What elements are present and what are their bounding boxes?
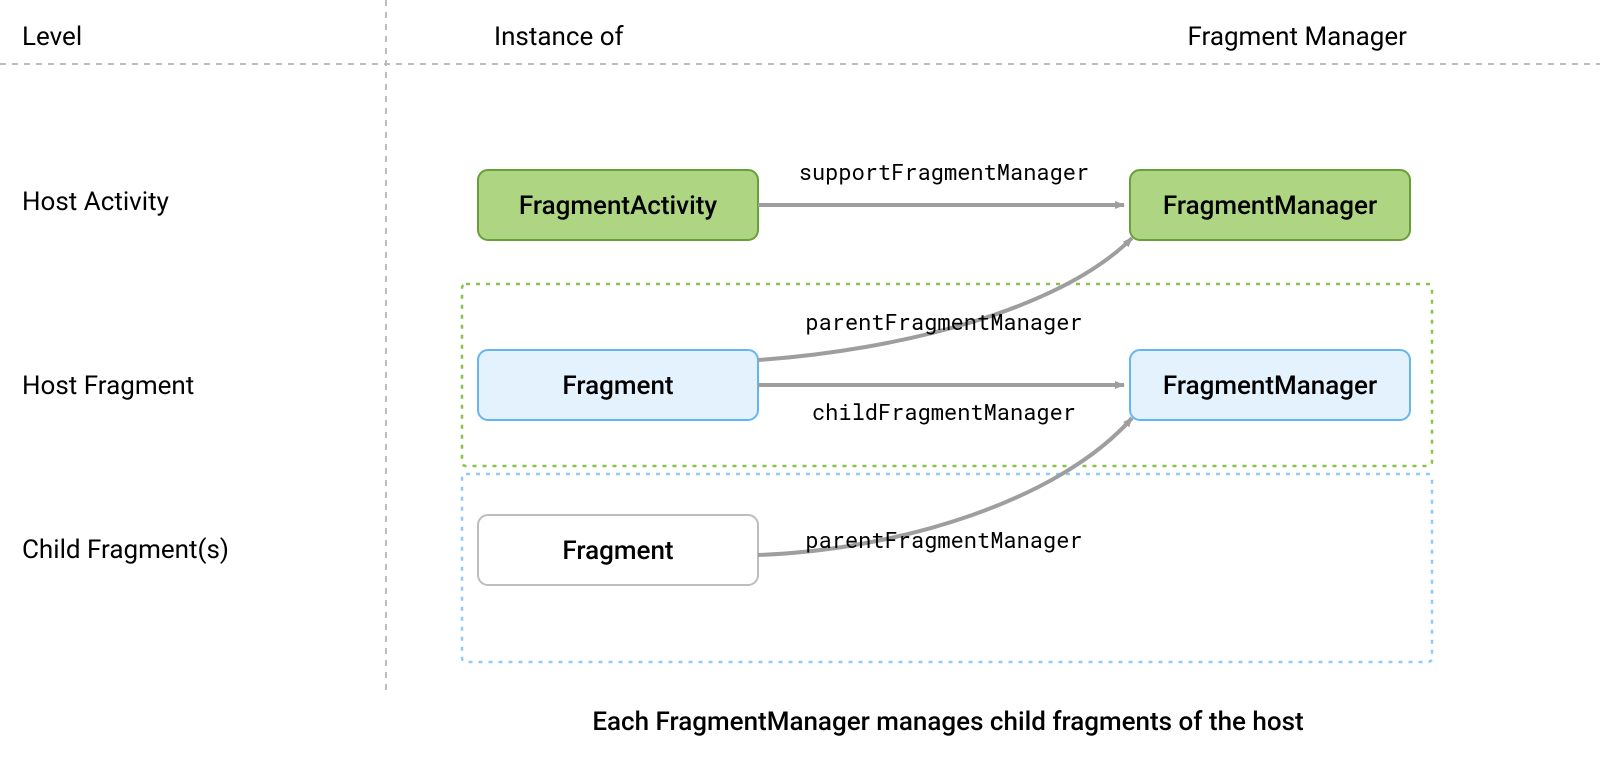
box-fragment-activity: FragmentActivity	[478, 170, 758, 240]
box-fragment-child: Fragment	[478, 515, 758, 585]
svg-text:FragmentActivity: FragmentActivity	[519, 191, 717, 221]
box-fragment-manager-activity: FragmentManager	[1130, 170, 1410, 240]
level-host-activity: Host Activity	[22, 187, 169, 217]
box-fragment-manager-fragment: FragmentManager	[1130, 350, 1410, 420]
header-instance: Instance of	[494, 22, 625, 52]
diagram-caption: Each FragmentManager manages child fragm…	[592, 707, 1303, 737]
level-host-fragment: Host Fragment	[22, 371, 194, 401]
label-parent-fragment-manager-host: parentFragmentManager	[805, 307, 1082, 336]
header-fragment-manager: Fragment Manager	[1187, 22, 1407, 52]
label-parent-fragment-manager-child: parentFragmentManager	[805, 525, 1082, 554]
label-support-fragment-manager: supportFragmentManager	[799, 157, 1089, 186]
svg-text:FragmentManager: FragmentManager	[1163, 191, 1377, 221]
svg-text:Fragment: Fragment	[562, 371, 673, 401]
header-level: Level	[22, 22, 82, 52]
label-child-fragment-manager: childFragmentManager	[812, 397, 1076, 426]
svg-text:Fragment: Fragment	[562, 536, 673, 566]
svg-text:FragmentManager: FragmentManager	[1163, 371, 1377, 401]
box-fragment-host: Fragment	[478, 350, 758, 420]
arrow-parent-fragment-manager-host	[758, 238, 1132, 360]
level-child-fragments: Child Fragment(s)	[22, 535, 229, 565]
